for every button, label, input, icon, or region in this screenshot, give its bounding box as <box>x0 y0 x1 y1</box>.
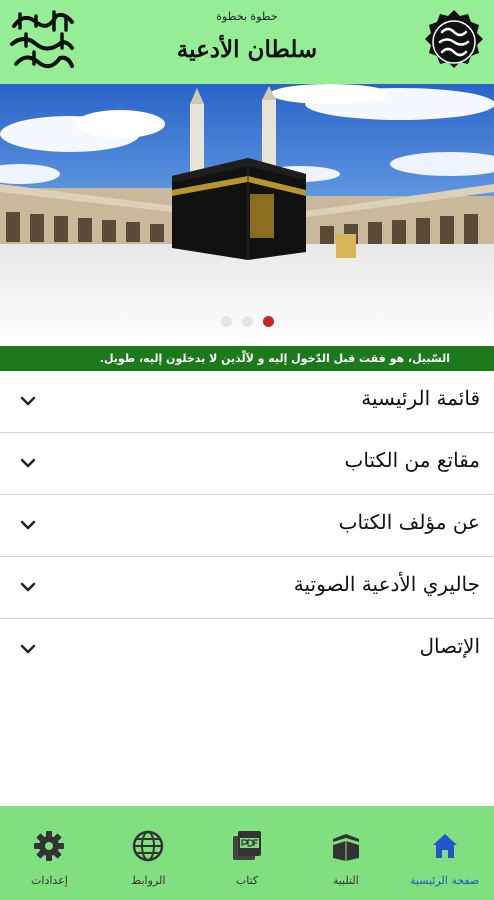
kaaba-banner-carousel[interactable] <box>0 84 494 346</box>
nav-book[interactable]: كتاب <box>198 806 297 900</box>
chevron-down-icon[interactable] <box>18 391 38 411</box>
kaaba-photo <box>0 84 494 346</box>
globe-icon <box>132 830 164 862</box>
menu-item-audio-gallery[interactable]: جاليري الأدعية الصوتية <box>0 557 494 619</box>
nav-book-label: كتاب <box>235 874 259 887</box>
bottom-navigation: صفحة الرئيسية التلبية كتاب الروابط إعداد… <box>0 806 494 900</box>
nav-talbiyah[interactable]: التلبية <box>296 806 395 900</box>
nav-settings[interactable]: إعدادات <box>0 806 99 900</box>
pdf-icon <box>233 831 261 860</box>
carousel-dot-3-active[interactable] <box>262 316 274 327</box>
chevron-down-icon[interactable] <box>18 515 38 535</box>
kaaba-icon <box>332 834 359 861</box>
nav-home[interactable]: صفحة الرئيسية <box>395 806 494 900</box>
chevron-down-icon[interactable] <box>18 453 38 473</box>
nav-settings-label: إعدادات <box>31 874 68 887</box>
carousel-dot-1[interactable] <box>220 316 232 327</box>
carousel-indicators <box>0 316 494 327</box>
expandable-menu-list: قائمة الرئيسية مقاتع من الكتاب عن مؤلف ا… <box>0 371 494 681</box>
menu-item-label: جاليري الأدعية الصوتية <box>293 572 480 596</box>
menu-item-label: الإتصال <box>419 634 481 658</box>
muhammad-seal-logo <box>425 10 483 68</box>
app-header: خطوة بخطوة سلطان الأدعية <box>0 0 494 84</box>
nav-home-label: صفحة الرئيسية <box>409 874 480 887</box>
menu-item-contact[interactable]: الإتصال <box>0 619 494 681</box>
gear-icon <box>34 831 65 861</box>
menu-item-label: عن مؤلف الكتاب <box>338 510 480 534</box>
home-icon <box>432 834 457 858</box>
menu-item-about-author[interactable]: عن مؤلف الكتاب <box>0 495 494 557</box>
menu-item-book-excerpts[interactable]: مقاتع من الكتاب <box>0 433 494 495</box>
menu-item-main-list[interactable]: قائمة الرئيسية <box>0 371 494 433</box>
chevron-down-icon[interactable] <box>18 577 38 597</box>
menu-item-label: قائمة الرئيسية <box>361 386 480 410</box>
marquee-ticker: السّبيل، هو فقت قبل الدّخول إليه و لآلّذ… <box>0 346 494 371</box>
nav-links[interactable]: الروابط <box>99 806 198 900</box>
nav-links-label: الروابط <box>131 874 166 887</box>
menu-item-label: مقاتع من الكتاب <box>344 448 480 472</box>
nav-talbiyah-label: التلبية <box>332 874 359 887</box>
chevron-down-icon[interactable] <box>18 639 38 659</box>
carousel-dot-2[interactable] <box>241 316 253 327</box>
